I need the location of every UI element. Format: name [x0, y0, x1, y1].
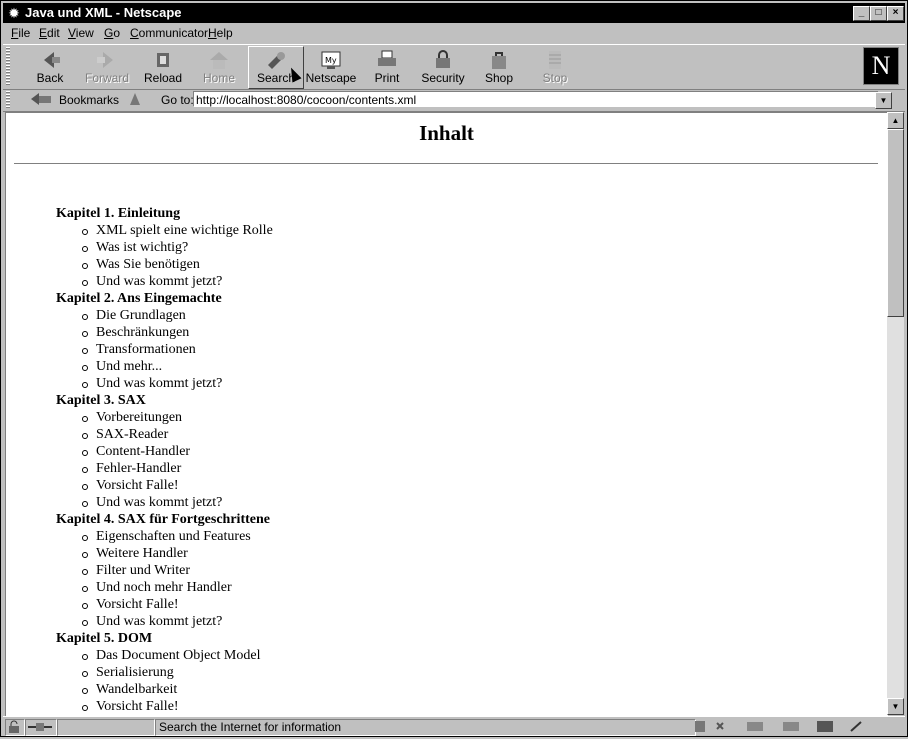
goto-label: Go to:: [161, 93, 194, 107]
list-item[interactable]: Das Document Object Model: [56, 647, 273, 664]
reload-button[interactable]: Reload: [136, 47, 190, 87]
netscape-logo[interactable]: N: [863, 47, 899, 85]
menu-file[interactable]: File: [11, 25, 30, 41]
scroll-up-arrow-icon[interactable]: ▲: [887, 112, 904, 129]
chapter-items: Das Document Object Model Serialisierung…: [56, 647, 273, 715]
shopping-bag-icon: [472, 49, 526, 71]
menu-help[interactable]: Help: [208, 25, 233, 41]
back-arrow-icon: [23, 49, 77, 71]
stop-button[interactable]: Stop: [528, 47, 582, 87]
list-item[interactable]: Vorsicht Falle!: [56, 596, 273, 613]
maximize-button[interactable]: □: [870, 6, 887, 21]
navigation-toolbar: Back Forward Reload Home Search My Netsc…: [3, 44, 905, 90]
menu-go[interactable]: Go: [104, 25, 120, 41]
print-button[interactable]: Print: [360, 47, 414, 87]
scroll-down-arrow-icon[interactable]: ▼: [887, 698, 904, 715]
security-lock-icon[interactable]: [5, 719, 25, 736]
browser-window: ✹ Java und XML - Netscape _ □ × File Edi…: [0, 0, 908, 737]
chapter-title[interactable]: Kapitel 5. DOM: [56, 630, 273, 647]
close-button[interactable]: ×: [887, 6, 904, 21]
printer-icon: [360, 49, 414, 71]
menu-bar: File Edit View Go Communicator Help: [3, 23, 905, 43]
list-item[interactable]: Serialisierung: [56, 664, 273, 681]
progress-bar: [57, 719, 155, 736]
back-button[interactable]: Back: [23, 47, 77, 87]
scroll-thumb[interactable]: [887, 129, 904, 317]
list-item[interactable]: Was ist wichtig?: [56, 239, 273, 256]
url-field[interactable]: http://localhost:8080/cocoon/contents.xm…: [193, 91, 879, 107]
vertical-scrollbar[interactable]: ▲ ▼: [887, 112, 904, 715]
list-item[interactable]: Vorsicht Falle!: [56, 477, 273, 494]
list-item[interactable]: Transformationen: [56, 341, 273, 358]
url-dropdown-arrow-icon[interactable]: ▼: [875, 92, 892, 109]
list-item[interactable]: Fehler-Handler: [56, 460, 273, 477]
list-item[interactable]: Die Grundlagen: [56, 307, 273, 324]
home-button[interactable]: Home: [192, 47, 246, 87]
shop-button[interactable]: Shop: [472, 47, 526, 87]
my-netscape-icon: My: [304, 49, 358, 71]
reload-icon: [136, 49, 190, 71]
forward-button[interactable]: Forward: [80, 47, 134, 87]
list-item[interactable]: Weitere Handler: [56, 545, 273, 562]
chapter-items: XML spielt eine wichtige Rolle Was ist w…: [56, 222, 273, 290]
heading-divider: [14, 163, 878, 165]
netscape-button[interactable]: My Netscape: [304, 47, 358, 87]
status-text: Search the Internet for information: [155, 719, 696, 736]
page-proxy-icon[interactable]: [127, 91, 143, 112]
list-item[interactable]: Und noch mehr Handler: [56, 579, 273, 596]
list-item[interactable]: Vorbereitungen: [56, 409, 273, 426]
list-item[interactable]: Wandelbarkeit: [56, 681, 273, 698]
menu-edit[interactable]: Edit: [39, 25, 60, 41]
menu-view[interactable]: View: [68, 25, 94, 41]
chapter-title[interactable]: Kapitel 4. SAX für Fortgeschrittene: [56, 511, 273, 528]
svg-text:My: My: [325, 56, 337, 65]
location-bar-grip[interactable]: [6, 91, 10, 109]
padlock-icon: [416, 49, 470, 71]
list-item[interactable]: Filter und Writer: [56, 562, 273, 579]
forward-arrow-icon: [80, 49, 134, 71]
toolbar-grip[interactable]: [6, 47, 10, 85]
location-bar: Bookmarks Go to: http://localhost:8080/c…: [3, 89, 905, 112]
bookmarks-icon[interactable]: [29, 91, 55, 112]
list-item[interactable]: Und mehr...: [56, 358, 273, 375]
list-item[interactable]: Und was kommt jetzt?: [56, 375, 273, 392]
component-bar-icons: [695, 719, 901, 739]
chapter-title[interactable]: Kapitel 1. Einleitung: [56, 205, 273, 222]
list-item[interactable]: XML spielt eine wichtige Rolle: [56, 222, 273, 239]
window-title: Java und XML - Netscape: [25, 5, 182, 20]
title-bar: ✹ Java und XML - Netscape _ □ ×: [3, 3, 905, 23]
list-item[interactable]: Eigenschaften und Features: [56, 528, 273, 545]
menu-communicator[interactable]: Communicator: [130, 25, 208, 41]
netscape-app-icon: ✹: [8, 5, 20, 21]
home-icon: [192, 49, 246, 71]
chapter-title[interactable]: Kapitel 2. Ans Eingemachte: [56, 290, 273, 307]
connection-plug-icon: [25, 719, 57, 736]
minimize-button[interactable]: _: [853, 6, 870, 21]
list-item[interactable]: SAX-Reader: [56, 426, 273, 443]
chapter-items: Vorbereitungen SAX-Reader Content-Handle…: [56, 409, 273, 511]
chapter-title[interactable]: Kapitel 3. SAX: [56, 392, 273, 409]
stop-icon: [528, 49, 582, 71]
list-item[interactable]: Und was kommt jetzt?: [56, 494, 273, 511]
list-item[interactable]: Vorsicht Falle!: [56, 698, 273, 715]
list-item[interactable]: Und was kommt jetzt?: [56, 273, 273, 290]
list-item[interactable]: Und was kommt jetzt?: [56, 613, 273, 630]
chapter-items: Die Grundlagen Beschränkungen Transforma…: [56, 307, 273, 392]
security-button[interactable]: Security: [416, 47, 470, 87]
chapter-items: Eigenschaften und Features Weitere Handl…: [56, 528, 273, 630]
bookmarks-button[interactable]: Bookmarks: [59, 92, 119, 108]
page-content: Inhalt Kapitel 1. Einleitung XML spielt …: [5, 112, 888, 717]
page-heading: Inhalt: [419, 121, 474, 145]
list-item[interactable]: Was Sie benötigen: [56, 256, 273, 273]
table-of-contents: Kapitel 1. Einleitung XML spielt eine wi…: [56, 205, 273, 715]
list-item[interactable]: Content-Handler: [56, 443, 273, 460]
status-bar: Search the Internet for information: [3, 716, 905, 736]
list-item[interactable]: Beschränkungen: [56, 324, 273, 341]
